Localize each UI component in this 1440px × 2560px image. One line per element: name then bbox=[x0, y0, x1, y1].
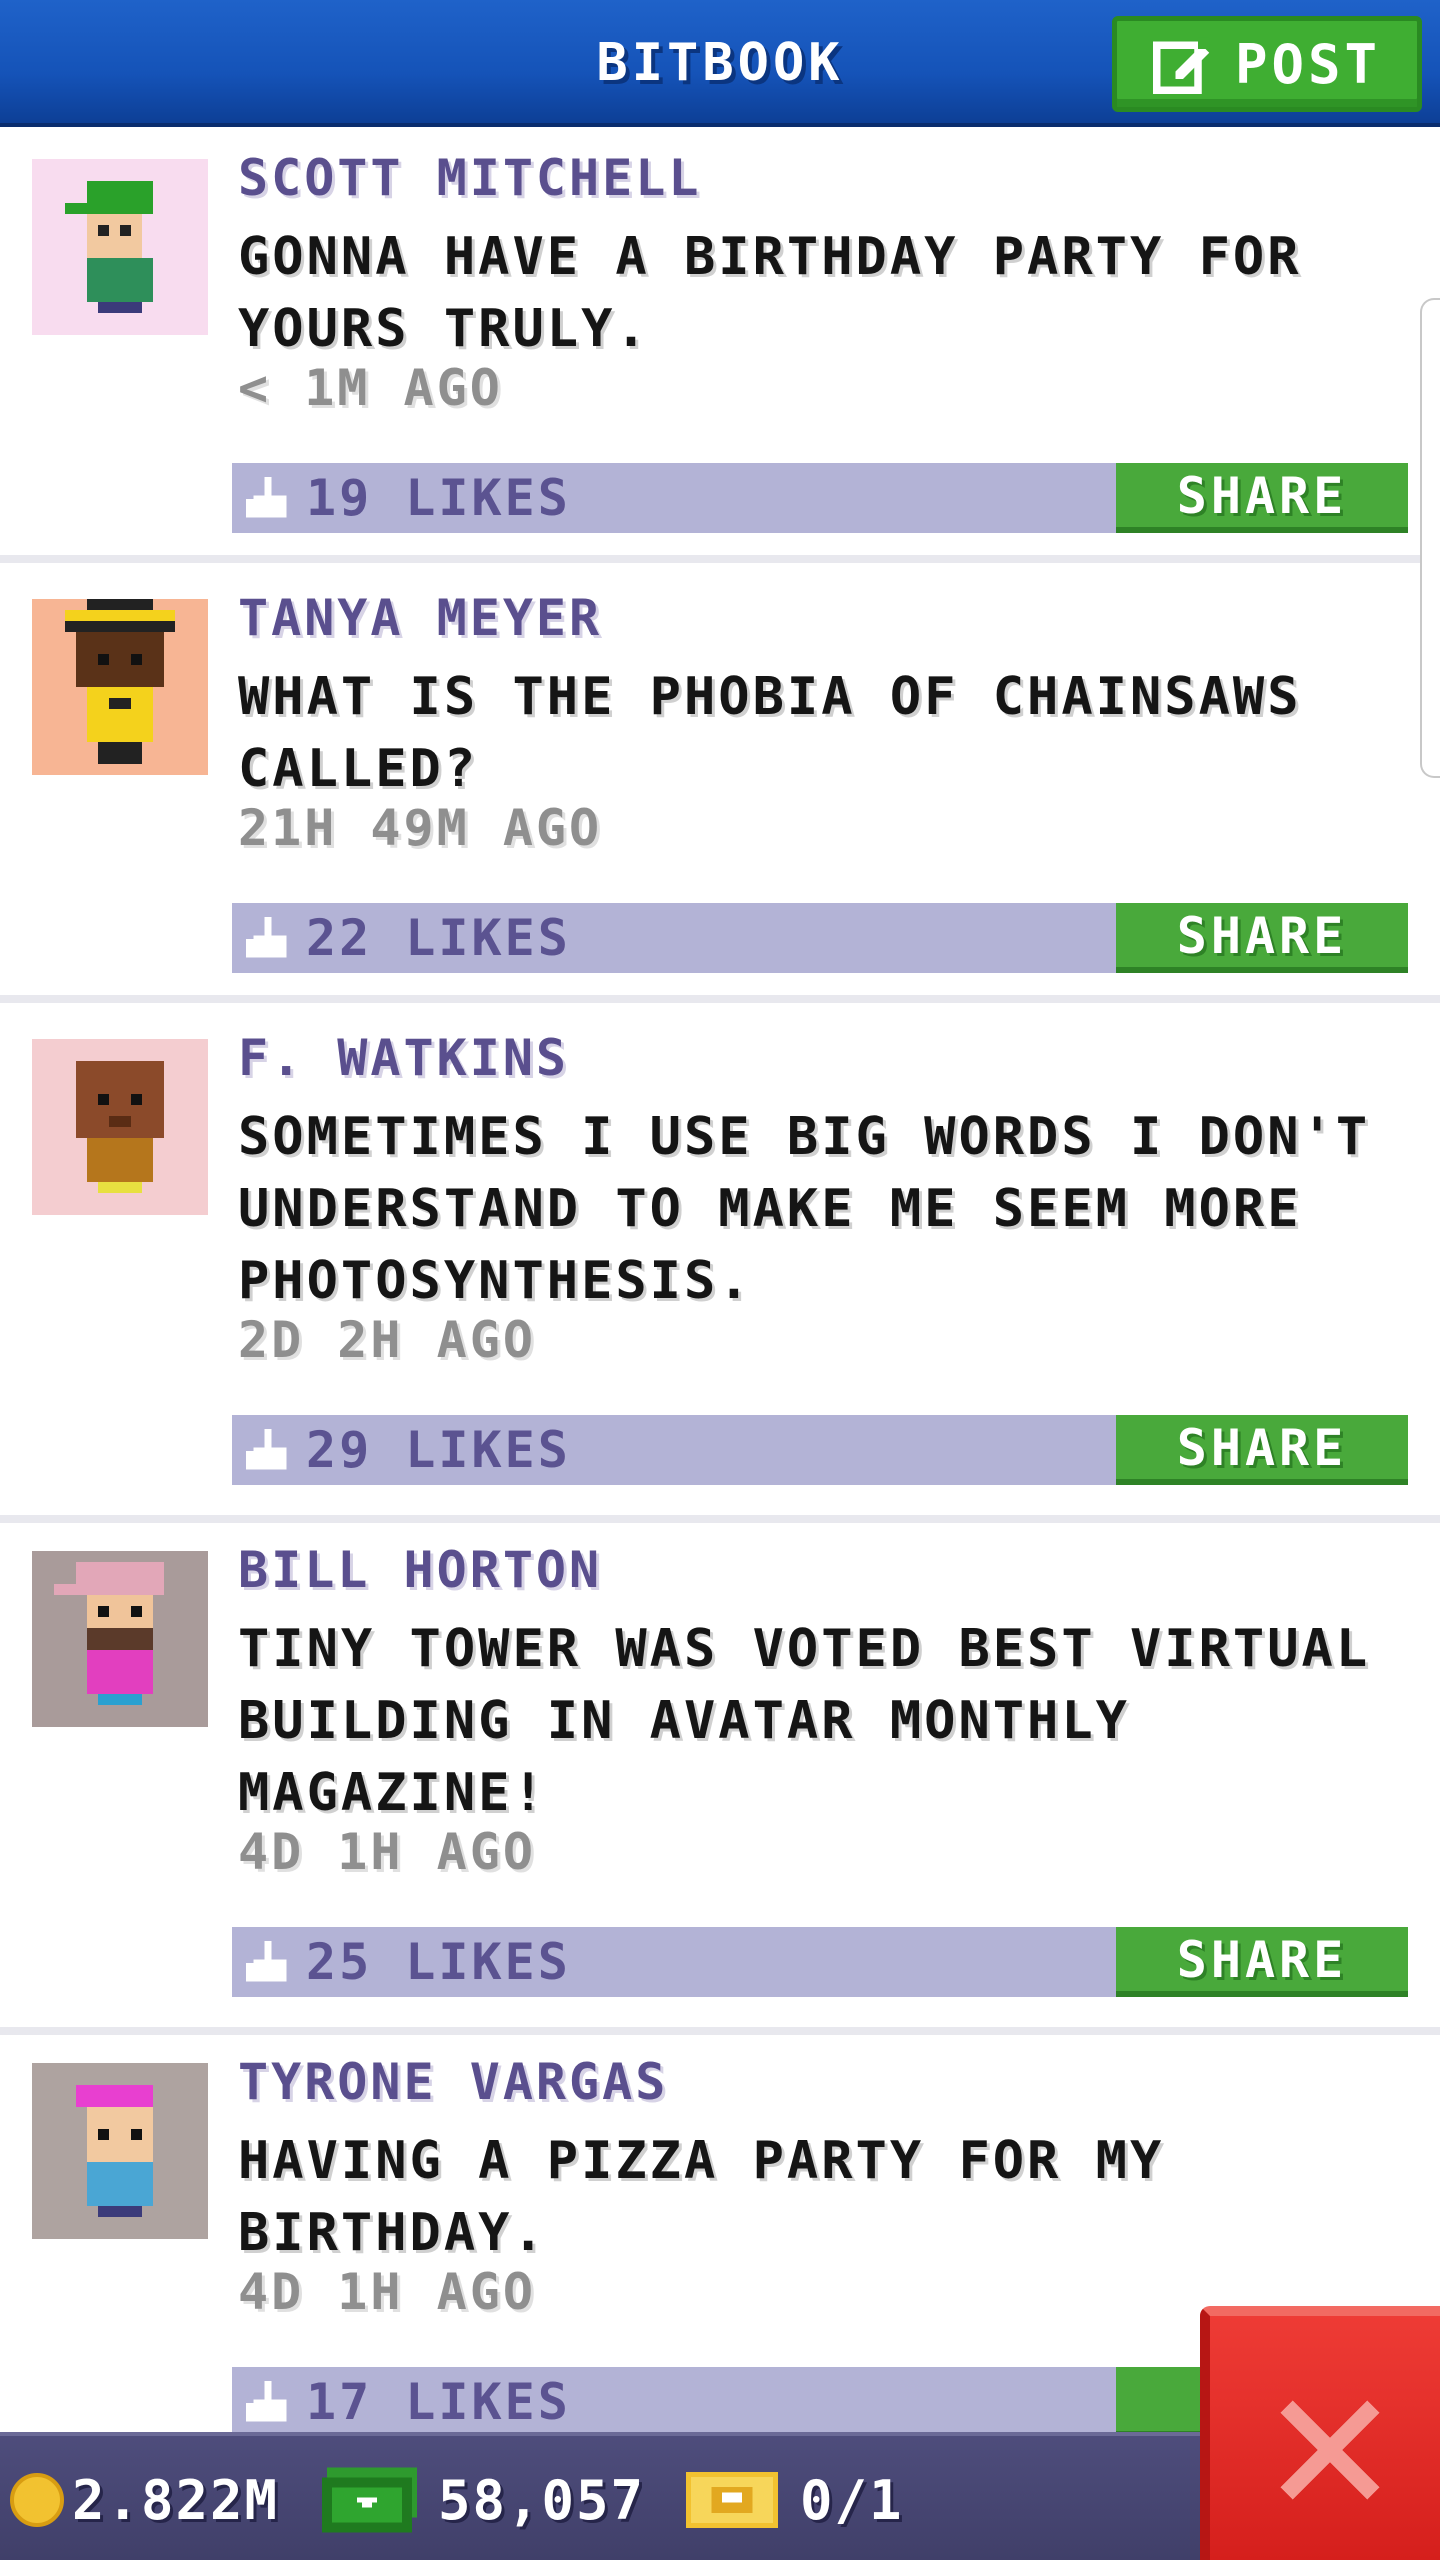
thumbs-up-icon bbox=[246, 1429, 287, 1470]
post-time: 4D 1H AGO bbox=[238, 1823, 536, 1881]
post-author[interactable]: SCOTT MITCHELL bbox=[238, 149, 701, 207]
tickets-stat: 0/1 bbox=[686, 2436, 904, 2560]
post-button[interactable]: POST bbox=[1112, 16, 1422, 112]
thumbs-up-icon bbox=[246, 1941, 287, 1982]
avatar bbox=[32, 1039, 208, 1215]
share-button[interactable]: SHARE bbox=[1116, 463, 1408, 533]
tickets-value: 0/1 bbox=[800, 2468, 904, 2532]
share-button[interactable]: SHARE bbox=[1116, 1415, 1408, 1485]
post-message: GONNA HAVE A BIRTHDAY PARTY FOR YOURS TR… bbox=[238, 227, 1302, 359]
scrollbar[interactable] bbox=[1420, 298, 1440, 778]
post-time: < 1M AGO bbox=[238, 359, 503, 417]
bux-stat: 58,057 bbox=[322, 2436, 645, 2560]
bitbook-screen: BITBOOK POST SCOTT MITCHELL GONNA HAVE A… bbox=[0, 0, 1440, 2560]
coin-icon bbox=[10, 2473, 64, 2527]
post-item: F. WATKINS SOMETIMES I USE BIG WORDS I D… bbox=[0, 1011, 1440, 1523]
likes-count: 19 LIKES bbox=[306, 469, 571, 527]
post-author[interactable]: BILL HORTON bbox=[238, 1541, 602, 1599]
like-bar[interactable]: 19 LIKES SHARE bbox=[232, 463, 1408, 533]
bux-value: 58,057 bbox=[438, 2468, 646, 2532]
share-button[interactable]: SHARE bbox=[1116, 1927, 1408, 1997]
post-author[interactable]: F. WATKINS bbox=[238, 1029, 569, 1087]
post-author[interactable]: TYRONE VARGAS bbox=[238, 2053, 668, 2111]
thumbs-up-icon bbox=[246, 2381, 287, 2422]
ticket-icon bbox=[686, 2471, 778, 2529]
thumbs-up-icon bbox=[246, 477, 287, 518]
post-message: WHAT IS THE PHOBIA OF CHAINSAWS CALLED? bbox=[238, 667, 1302, 799]
post-button-label: POST bbox=[1234, 32, 1382, 96]
close-button[interactable] bbox=[1200, 2306, 1440, 2560]
header-bar: BITBOOK POST bbox=[0, 0, 1440, 127]
post-time: 2D 2H AGO bbox=[238, 1311, 536, 1369]
post-message: TINY TOWER WAS VOTED BEST VIRTUAL BUILDI… bbox=[238, 1619, 1371, 1823]
post-author[interactable]: TANYA MEYER bbox=[238, 589, 602, 647]
bux-icon bbox=[322, 2467, 417, 2533]
thumbs-up-icon bbox=[246, 917, 287, 958]
post-message: SOMETIMES I USE BIG WORDS I DON'T UNDERS… bbox=[238, 1107, 1371, 1311]
share-button[interactable]: SHARE bbox=[1116, 903, 1408, 973]
like-bar[interactable]: 25 LIKES SHARE bbox=[232, 1927, 1408, 1997]
post-item: BILL HORTON TINY TOWER WAS VOTED BEST VI… bbox=[0, 1523, 1440, 2035]
edit-icon bbox=[1152, 37, 1210, 94]
coins-stat: 2.822M bbox=[10, 2436, 279, 2560]
like-bar[interactable]: 29 LIKES SHARE bbox=[232, 1415, 1408, 1485]
post-time: 4D 1H AGO bbox=[238, 2263, 536, 2321]
post-item: TANYA MEYER WHAT IS THE PHOBIA OF CHAINS… bbox=[0, 571, 1440, 1003]
avatar bbox=[32, 599, 208, 775]
likes-count: 17 LIKES bbox=[306, 2373, 571, 2431]
coins-value: 2.822M bbox=[72, 2468, 280, 2532]
post-item: SCOTT MITCHELL GONNA HAVE A BIRTHDAY PAR… bbox=[0, 131, 1440, 563]
likes-count: 22 LIKES bbox=[306, 909, 571, 967]
avatar bbox=[32, 159, 208, 335]
likes-count: 25 LIKES bbox=[306, 1933, 571, 1991]
avatar bbox=[32, 1551, 208, 1727]
like-bar[interactable]: 22 LIKES SHARE bbox=[232, 903, 1408, 973]
close-icon bbox=[1280, 2400, 1380, 2500]
post-message: HAVING A PIZZA PARTY FOR MY BIRTHDAY. bbox=[238, 2131, 1165, 2263]
post-time: 21H 49M AGO bbox=[238, 799, 603, 857]
likes-count: 29 LIKES bbox=[306, 1421, 571, 1479]
avatar bbox=[32, 2063, 208, 2239]
